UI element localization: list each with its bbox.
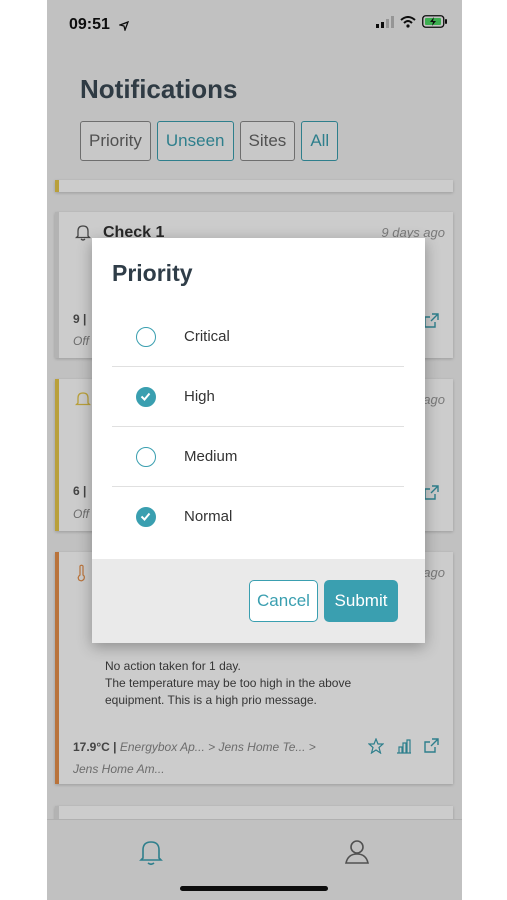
dialog-title: Priority: [112, 260, 193, 286]
radio-unchecked-icon[interactable]: [136, 327, 156, 347]
submit-button[interactable]: Submit: [324, 580, 398, 622]
radio-checked-icon[interactable]: [136, 507, 156, 527]
option-medium[interactable]: Medium: [112, 428, 404, 487]
option-label: Medium: [184, 448, 238, 465]
option-critical[interactable]: Critical: [112, 308, 404, 367]
radio-checked-icon[interactable]: [136, 387, 156, 407]
option-label: Critical: [184, 328, 230, 345]
dialog-footer: Cancel Submit: [92, 559, 425, 643]
phone-screen: 09:51 Notifications Priority Unseen Site…: [47, 0, 462, 900]
cancel-button[interactable]: Cancel: [249, 580, 318, 622]
option-normal[interactable]: Normal: [112, 488, 404, 547]
radio-unchecked-icon[interactable]: [136, 447, 156, 467]
option-label: High: [184, 388, 215, 405]
option-high[interactable]: High: [112, 368, 404, 427]
priority-dialog: Priority Critical High Medium Normal Can…: [92, 238, 425, 643]
option-label: Normal: [184, 508, 233, 525]
